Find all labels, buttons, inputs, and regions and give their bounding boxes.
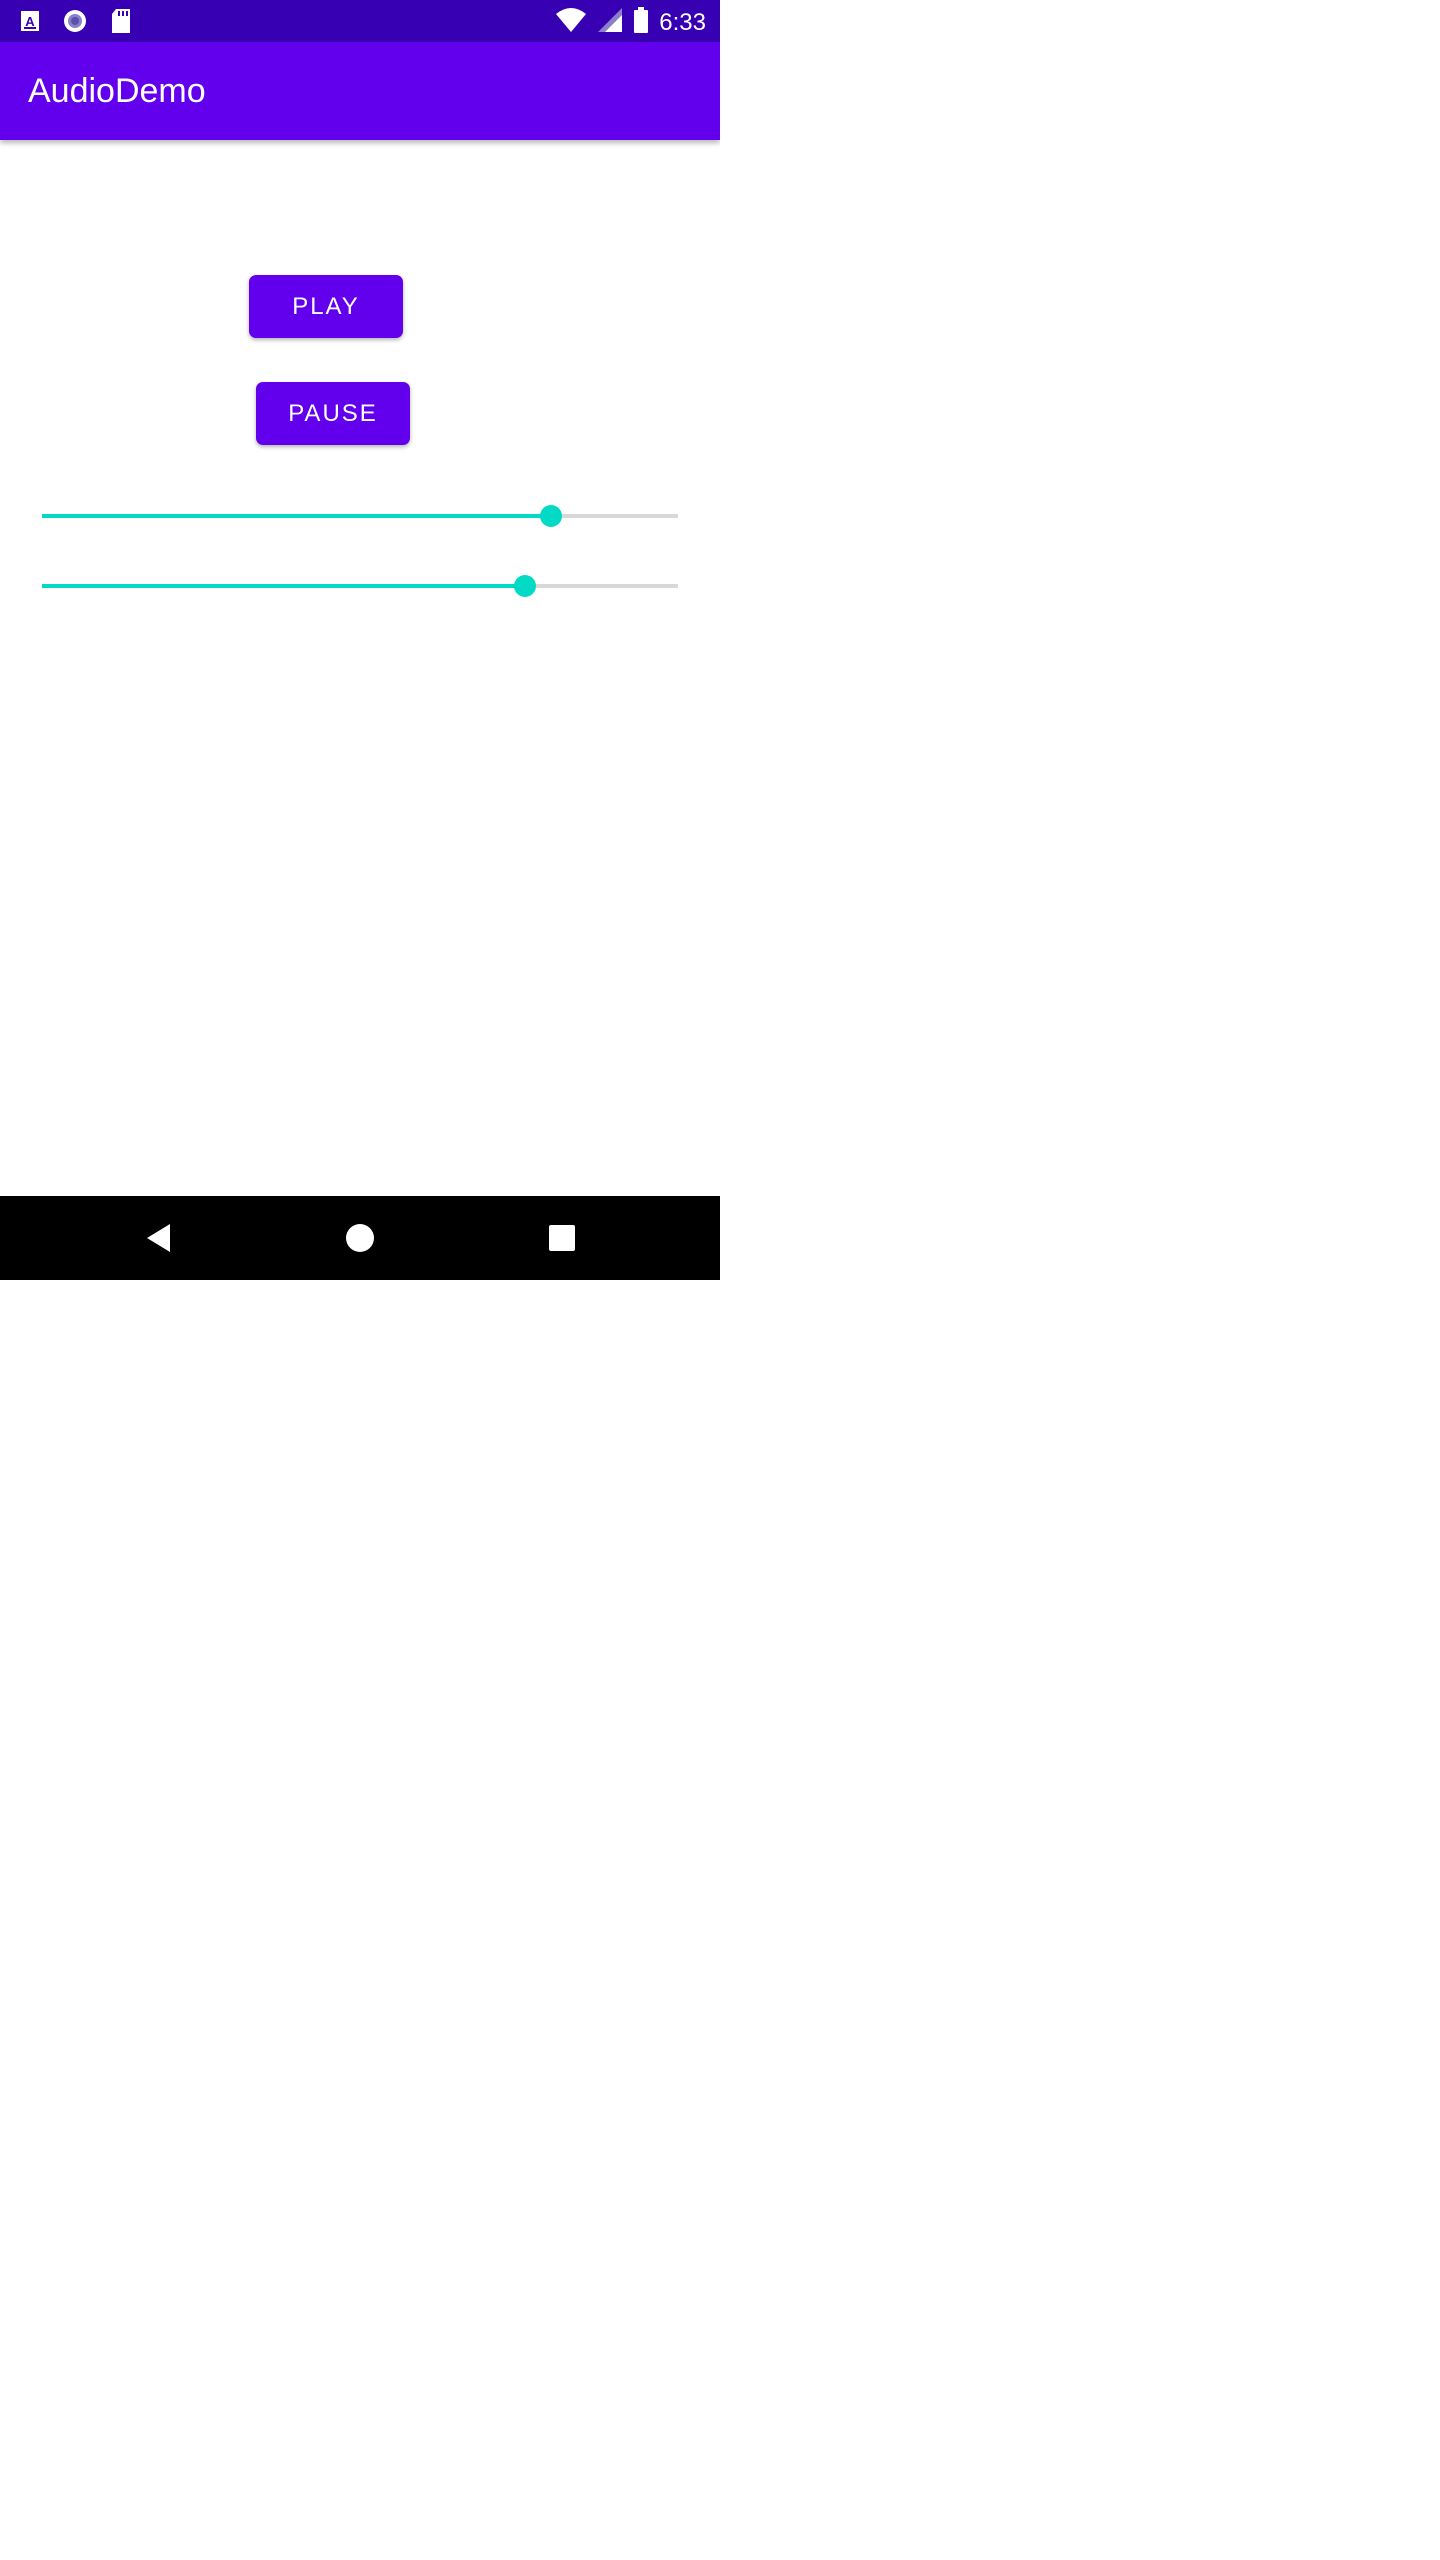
back-button[interactable]: [137, 1216, 181, 1260]
app-title: AudioDemo: [28, 72, 206, 110]
slider-thumb[interactable]: [539, 505, 562, 527]
slider-thumb[interactable]: [514, 575, 537, 597]
play-button[interactable]: PLAY: [249, 275, 403, 338]
status-bar: A 6:33: [0, 0, 720, 42]
recents-icon: [549, 1225, 575, 1251]
slider-progress: [42, 584, 526, 588]
app-screen: A 6:33 AudioDemo PLAY PAUSE: [0, 0, 720, 1280]
sd-card-icon: [110, 8, 132, 39]
recents-button[interactable]: [540, 1216, 584, 1260]
pause-button[interactable]: PAUSE: [256, 382, 410, 445]
seek-slider-2[interactable]: [42, 566, 678, 606]
home-icon: [346, 1224, 374, 1252]
app-bar: AudioDemo: [0, 42, 720, 140]
back-icon: [147, 1224, 170, 1252]
wifi-icon: [555, 7, 587, 38]
svg-text:A: A: [25, 14, 35, 29]
a-notification-icon: A: [20, 10, 40, 37]
seek-slider-1[interactable]: [42, 496, 678, 536]
home-button[interactable]: [338, 1216, 382, 1260]
slider-progress: [42, 514, 551, 518]
status-time: 6:33: [659, 8, 706, 36]
circle-notification-icon: [62, 8, 88, 39]
battery-icon: [633, 6, 649, 39]
cell-signal-icon: [597, 7, 623, 38]
navigation-bar: [0, 1196, 720, 1280]
